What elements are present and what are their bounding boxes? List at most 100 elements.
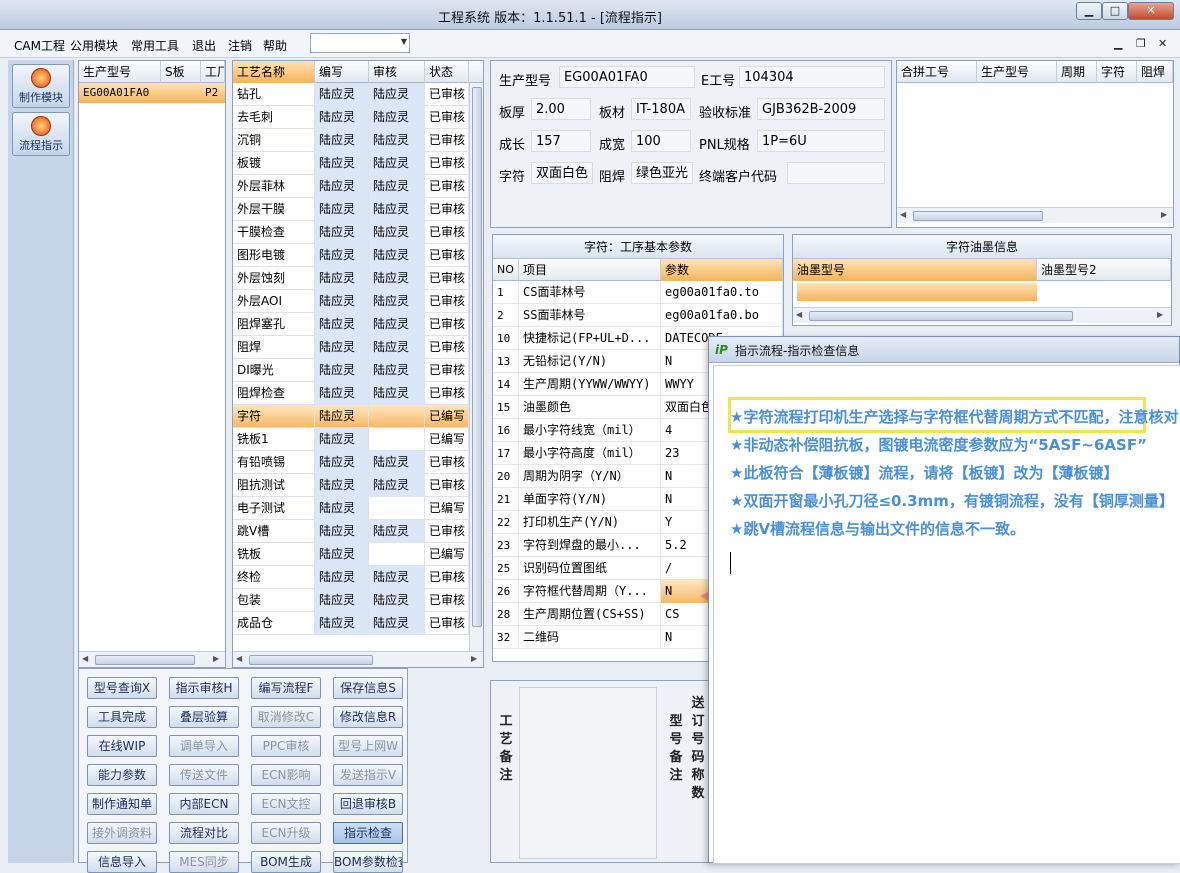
table-row[interactable]: 成品仓 陆应灵 陆应灵 已审核 xyxy=(233,612,469,635)
table-row[interactable]: 沉铜 陆应灵 陆应灵 已审核 xyxy=(233,129,469,152)
action-button[interactable]: BOM生成 xyxy=(251,851,321,873)
process-note-box[interactable] xyxy=(519,687,657,859)
table-row[interactable]: 包装 陆应灵 陆应灵 已审核 xyxy=(233,589,469,612)
action-button[interactable]: 接外调资料 xyxy=(87,822,157,844)
message-area[interactable]: ★字符流程打印机生产选择与字符框代替周期方式不匹配，注意核对！ ★非动态补偿阻抗… xyxy=(713,365,1180,864)
maximize-button[interactable]: □ xyxy=(1102,2,1128,20)
pnl-field[interactable]: 1P=6U xyxy=(757,130,885,152)
param-cell: 15 xyxy=(493,396,519,419)
action-button[interactable]: 修改信息R xyxy=(333,706,403,728)
mdi-minimize-button[interactable]: ▁ xyxy=(1114,37,1122,50)
thickness-field[interactable]: 2.00 xyxy=(531,98,591,120)
action-button[interactable]: 传送文件 xyxy=(169,764,239,786)
table-row[interactable]: 钻孔 陆应灵 陆应灵 已审核 xyxy=(233,83,469,106)
table-row[interactable]: 2 SS面菲林号 eg00a01fa0.bo xyxy=(493,304,783,327)
mdi-restore-button[interactable]: ❐ xyxy=(1136,37,1146,50)
action-button[interactable]: 工具完成 xyxy=(87,706,157,728)
action-button[interactable]: 内部ECN xyxy=(169,793,239,815)
action-button[interactable]: 叠层验算 xyxy=(169,706,239,728)
action-button[interactable]: ECN影响 xyxy=(251,764,321,786)
length-field[interactable]: 157 xyxy=(531,130,591,152)
process-list-vscroll[interactable] xyxy=(469,83,483,653)
table-row[interactable]: 板镀 陆应灵 陆应灵 已审核 xyxy=(233,152,469,175)
action-button[interactable]: 型号查询X xyxy=(87,677,157,699)
table-row[interactable]: 干膜检查 陆应灵 陆应灵 已审核 xyxy=(233,221,469,244)
action-button[interactable]: 流程对比 xyxy=(169,822,239,844)
action-button[interactable]: 保存信息S xyxy=(333,677,403,699)
material-field[interactable]: IT-180A xyxy=(631,98,691,120)
table-row[interactable]: 外层菲林 陆应灵 陆应灵 已审核 xyxy=(233,175,469,198)
character-color-field[interactable]: 双面白色 xyxy=(531,162,593,184)
table-row[interactable]: 阻焊 陆应灵 陆应灵 已审核 xyxy=(233,336,469,359)
model-list-hscroll[interactable]: ◀ ▶ xyxy=(79,651,225,667)
width-field[interactable]: 100 xyxy=(631,130,691,152)
action-button[interactable]: 回退审核B xyxy=(333,793,403,815)
table-row[interactable]: 铣板 陆应灵 已编写 xyxy=(233,543,469,566)
table-row[interactable]: 电子测试 陆应灵 已编写 xyxy=(233,497,469,520)
left-toolbar: 制作模块 流程指示 xyxy=(8,60,74,863)
action-button[interactable]: 型号上网W xyxy=(333,735,403,757)
table-row[interactable]: 阻焊检查 陆应灵 陆应灵 已审核 xyxy=(233,382,469,405)
flow-indicate-button[interactable]: 流程指示 xyxy=(12,112,70,156)
menu-logout[interactable]: 注销 xyxy=(228,37,252,54)
action-button[interactable]: 指示检查 xyxy=(333,822,403,844)
table-row[interactable]: 跳V槽 陆应灵 陆应灵 已审核 xyxy=(233,520,469,543)
action-button[interactable]: 发送指示V xyxy=(333,764,403,786)
process-cell: 字符 xyxy=(233,405,315,428)
process-cell xyxy=(369,428,425,451)
panelization-hscroll[interactable]: ◀ ▶ xyxy=(897,207,1173,223)
minimize-button[interactable]: ▁ xyxy=(1076,2,1102,20)
action-button[interactable]: MES同步 xyxy=(169,851,239,873)
action-button[interactable]: 调单导入 xyxy=(169,735,239,757)
action-button[interactable]: PPC审核 xyxy=(251,735,321,757)
table-row[interactable]: DI曝光 陆应灵 陆应灵 已审核 xyxy=(233,359,469,382)
table-row[interactable]: 字符 陆应灵 已编写 xyxy=(233,405,469,428)
eng-no-field[interactable]: 104304 xyxy=(739,66,885,88)
process-list-hscroll[interactable]: ◀ ▶ xyxy=(233,651,483,667)
menu-help[interactable]: 帮助 xyxy=(263,37,287,54)
ink-hscroll[interactable]: ◀ ▶ xyxy=(793,307,1171,323)
action-button[interactable]: BOM参数检查 xyxy=(333,851,403,873)
make-module-button[interactable]: 制作模块 xyxy=(12,64,70,108)
table-row[interactable]: 终检 陆应灵 陆应灵 已审核 xyxy=(233,566,469,589)
menu-exit[interactable]: 退出 xyxy=(192,37,216,54)
action-button[interactable]: 能力参数 xyxy=(87,764,157,786)
table-row[interactable]: 铣板1 陆应灵 已编写 xyxy=(233,428,469,451)
table-row[interactable]: 阻抗测试 陆应灵 陆应灵 已审核 xyxy=(233,474,469,497)
action-button[interactable]: ECN升级 xyxy=(251,822,321,844)
close-button[interactable]: ✕ xyxy=(1128,2,1174,20)
action-button[interactable]: 取消修改C xyxy=(251,706,321,728)
action-button[interactable]: 在线WIP xyxy=(87,735,157,757)
standard-field[interactable]: GJB362B-2009 xyxy=(757,98,885,120)
process-cell: 陆应灵 xyxy=(315,566,369,589)
process-cell: 陆应灵 xyxy=(315,175,369,198)
message-line: ★字符流程打印机生产选择与字符框代替周期方式不匹配，注意核对！ xyxy=(730,408,1180,426)
table-row[interactable]: 外层干膜 陆应灵 陆应灵 已审核 xyxy=(233,198,469,221)
menu-combo[interactable]: ▼ xyxy=(310,33,410,53)
solder-mask-field[interactable]: 绿色亚光 xyxy=(631,162,693,184)
action-button[interactable]: 信息导入 xyxy=(87,851,157,873)
action-button[interactable]: ECN文控 xyxy=(251,793,321,815)
menu-common-module[interactable]: 公用模块 xyxy=(70,37,118,54)
action-button[interactable]: 指示审核H xyxy=(169,677,239,699)
menu-cam[interactable]: CAM工程 xyxy=(14,37,65,54)
table-row[interactable]: 图形电镀 陆应灵 陆应灵 已审核 xyxy=(233,244,469,267)
scroll-right-icon: ▶ xyxy=(213,654,220,663)
table-row[interactable]: 外层蚀刻 陆应灵 陆应灵 已审核 xyxy=(233,267,469,290)
action-button[interactable]: 编写流程F xyxy=(251,677,321,699)
process-cell: 陆应灵 xyxy=(369,382,425,405)
menu-tools[interactable]: 常用工具 xyxy=(131,37,179,54)
table-row[interactable]: 1 CS面菲林号 eg00a01fa0.to xyxy=(493,281,783,304)
dialog-title-bar[interactable]: iP 指示流程-指示检查信息 xyxy=(709,337,1179,363)
action-button[interactable]: 制作通知单 xyxy=(87,793,157,815)
table-row[interactable]: 去毛刺 陆应灵 陆应灵 已审核 xyxy=(233,106,469,129)
customer-code-field[interactable] xyxy=(787,162,885,184)
mdi-close-button[interactable]: ✕ xyxy=(1158,37,1167,50)
ink-row[interactable] xyxy=(797,283,1037,301)
table-row[interactable]: 有铅喷锡 陆应灵 陆应灵 已审核 xyxy=(233,451,469,474)
table-row[interactable]: 外层AOI 陆应灵 陆应灵 已审核 xyxy=(233,290,469,313)
table-row[interactable]: 阻焊塞孔 陆应灵 陆应灵 已审核 xyxy=(233,313,469,336)
model-field[interactable]: EG00A01FA0 xyxy=(559,66,695,88)
process-cell: 陆应灵 xyxy=(369,83,425,106)
table-row[interactable]: EG00A01FA0 P2 xyxy=(79,83,225,103)
